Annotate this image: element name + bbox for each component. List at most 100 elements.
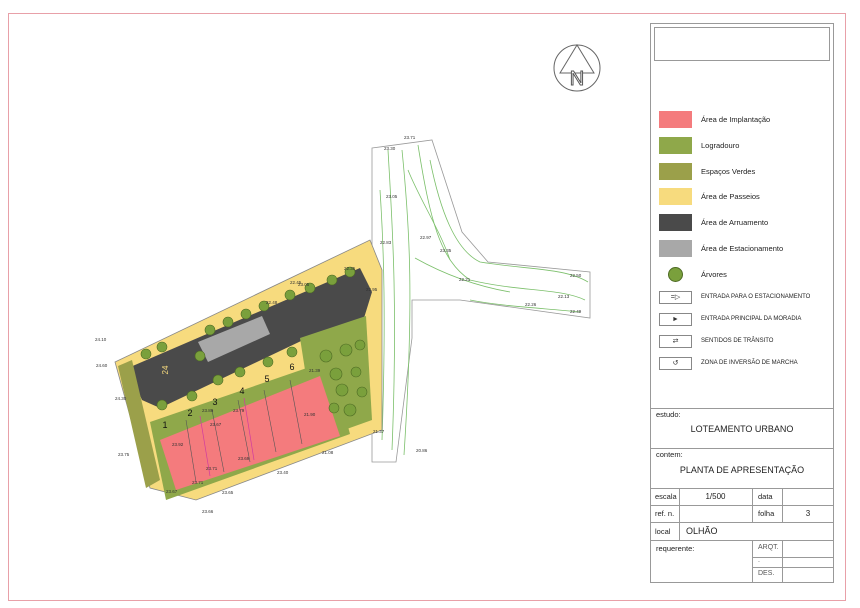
legend-symbol: =▷ ENTRADA PARA O ESTACIONAMENTO <box>659 288 810 306</box>
legend-label: Logradouro <box>701 140 740 150</box>
legend-label: ENTRADA PRINCIPAL DA MORADIA <box>701 316 802 322</box>
local-caption: local <box>655 527 671 536</box>
elevation-label: 22.45 <box>290 280 302 285</box>
elevation-label: 22.48 <box>266 300 278 305</box>
data-caption: data <box>758 492 773 501</box>
lot-number: 4 <box>239 386 244 396</box>
divider <box>752 557 834 558</box>
access-roads <box>371 139 591 463</box>
elevation-label: 21.90 <box>304 412 316 417</box>
legend-swatch <box>659 239 692 257</box>
legend-item: Árvores <box>659 265 727 283</box>
elevation-label: 23.71 <box>404 135 416 140</box>
legend-symbol: ↺ ZONA DE INVERSÃO DE MARCHA <box>659 354 798 372</box>
lot-number: 6 <box>289 362 294 372</box>
legend-item: Área de Estacionamento <box>659 239 783 257</box>
elevation-label: 23.40 <box>277 470 289 475</box>
legend-label: Área de Passeios <box>701 191 760 201</box>
elevation-label: 22.83 <box>380 240 392 245</box>
elevation-label: 23.92 <box>172 442 184 447</box>
legend-item: Área de Implantação <box>659 110 770 128</box>
legend-label: Espaços Verdes <box>701 166 756 176</box>
legend-symbol: ⇄ SENTIDOS DE TRÂNSITO <box>659 332 773 350</box>
legend-symbol: ► ENTRADA PRINCIPAL DA MORADIA <box>659 310 801 328</box>
legend-label: Árvores <box>701 269 727 279</box>
elevation-label: 20.86 <box>416 448 428 453</box>
legend-label: Área de Estacionamento <box>701 243 784 253</box>
escala-caption: escala <box>655 492 677 501</box>
ref-caption: ref. n. <box>655 509 675 518</box>
lot-number: 2 <box>187 408 192 418</box>
tree-icon <box>659 266 692 283</box>
traffic-direction-icon: ⇄ <box>659 334 692 348</box>
dot-caption: . <box>758 557 760 564</box>
lot-big-label: 24 <box>161 365 170 374</box>
u-turn-icon: ↺ <box>659 356 692 370</box>
estudo-caption: estudo: <box>656 410 681 419</box>
elevation-label: 21.39 <box>309 368 321 373</box>
legend-item: Espaços Verdes <box>659 162 755 180</box>
parking-entrance-icon: =▷ <box>659 290 692 304</box>
divider <box>650 505 834 506</box>
legend-item: Área de Arruamento <box>659 213 768 231</box>
legend-swatch <box>659 213 692 231</box>
divider <box>752 488 753 522</box>
legend-item: Logradouro <box>659 136 739 154</box>
elevation-label: 24.60 <box>96 363 108 368</box>
main-entrance-icon: ► <box>659 312 692 326</box>
elevation-label: 23.67 <box>210 422 222 427</box>
legend-label: SENTIDOS DE TRÂNSITO <box>701 338 774 344</box>
lot-number: 1 <box>162 420 167 430</box>
legend-swatch <box>659 110 692 128</box>
lot-number: 5 <box>264 374 269 384</box>
elevation-label: 22.50 <box>570 273 582 278</box>
divider <box>650 448 834 449</box>
contem-caption: contem: <box>656 450 683 459</box>
legend-label: ZONA DE INVERSÃO DE MARCHA <box>701 360 798 366</box>
elevation-label: 23.05 <box>386 194 398 199</box>
lot-number: 3 <box>212 397 217 407</box>
divider <box>782 540 783 583</box>
contem-value: PLANTA DE APRESENTAÇÃO <box>679 465 805 475</box>
legend-item: Área de Passeios <box>659 187 760 205</box>
elevation-label: 23.35 <box>440 248 452 253</box>
divider <box>650 408 834 409</box>
elevation-label: 23.65 <box>222 490 234 495</box>
legend-label: ENTRADA PARA O ESTACIONAMENTO <box>701 294 811 300</box>
elevation-label: 23.66 <box>202 509 214 514</box>
folha-caption: folha <box>758 509 775 518</box>
elevation-label: 23.30 <box>384 146 396 151</box>
elevation-label: 23.79 <box>233 408 245 413</box>
elevation-label: 22.97 <box>420 235 432 240</box>
divider <box>752 540 753 583</box>
elevation-label: 21.37 <box>373 429 385 434</box>
elevation-label: 22.21 <box>459 277 471 282</box>
legend-swatch <box>659 162 692 180</box>
elevation-label: 23.69 <box>238 456 250 461</box>
elevation-label: 23.71 <box>206 466 218 471</box>
legend-swatch <box>659 187 692 205</box>
elevation-label: 22.95 <box>366 287 378 292</box>
elevation-label: 24.10 <box>95 337 107 342</box>
elevation-label: 22.35 <box>344 266 356 271</box>
elevation-label: 23.75 <box>118 452 130 457</box>
elevation-label: 23.67 <box>166 489 178 494</box>
north-letter: N <box>570 68 584 90</box>
legend-label: Área de Implantação <box>701 114 771 124</box>
divider <box>752 567 834 568</box>
legend-swatch <box>659 136 692 154</box>
north-arrow-icon: N <box>553 44 601 92</box>
divider <box>650 522 834 523</box>
arqt-caption: ARQT. <box>758 544 779 551</box>
drawing-title-box <box>654 27 830 61</box>
des-caption: DES. <box>758 570 775 577</box>
elevation-label: 22.49 <box>570 309 582 314</box>
subdivision-plot <box>114 239 383 501</box>
elevation-label: 22.13 <box>558 294 570 299</box>
elevation-label: 22.26 <box>525 302 537 307</box>
elevation-label: 21.08 <box>322 450 334 455</box>
requerente-caption: requerente: <box>656 544 695 553</box>
legend-label: Área de Arruamento <box>701 217 769 227</box>
elevation-label: 23.71 <box>192 480 204 485</box>
local-value: OLHÃO <box>686 526 718 536</box>
